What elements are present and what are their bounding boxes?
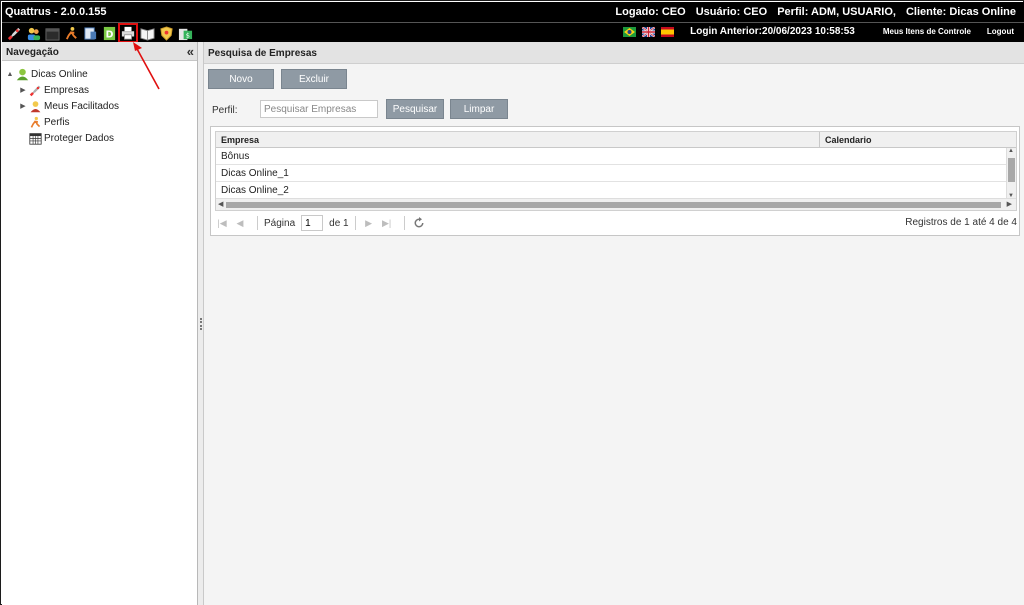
nav-header: Navegação «: [2, 42, 197, 61]
excluir-button[interactable]: Excluir: [281, 69, 347, 89]
perfil-label: Perfil: ADM, USUARIO,: [777, 6, 896, 18]
scroll-right-icon[interactable]: ▶: [1007, 200, 1012, 208]
table-row[interactable]: Dicas Online_2: [216, 182, 1008, 199]
grid-header: Empresa Calendario: [216, 132, 1016, 148]
page-label: Página: [264, 217, 296, 229]
vertical-scrollbar[interactable]: ▲ ▼: [1006, 148, 1016, 199]
table-row[interactable]: Dicas Online_1: [216, 165, 1008, 182]
app-window: Quattrus - 2.0.0.155 Logado: CEO Usuário…: [0, 0, 1024, 605]
usuario-label: Usuário: CEO: [695, 6, 768, 18]
logout-link[interactable]: Logout: [987, 27, 1014, 36]
calendar-icon[interactable]: [44, 25, 60, 41]
tree-item-label: Perfis: [44, 116, 70, 128]
title-bar: Quattrus - 2.0.0.155 Logado: CEO Usuário…: [2, 2, 1024, 22]
column-header-calendario[interactable]: Calendario: [820, 132, 1016, 147]
search-input[interactable]: [260, 100, 378, 118]
spain-flag-icon[interactable]: [661, 26, 675, 37]
rocket-icon: [28, 84, 42, 97]
pesquisar-button[interactable]: Pesquisar: [386, 99, 444, 119]
tree-item-label: Dicas Online: [31, 68, 88, 80]
printer-icon[interactable]: [118, 23, 138, 43]
first-page-icon[interactable]: |◀: [215, 218, 229, 229]
splitter-grip-icon[interactable]: [200, 318, 202, 330]
nav-tree: ▲ Dicas Online ▶ Empresas ▶ Meus Facilit…: [2, 61, 197, 146]
novo-button[interactable]: Novo: [208, 69, 274, 89]
scroll-left-icon[interactable]: ◀: [218, 200, 223, 208]
meus-itens-link[interactable]: Meus Itens de Controle: [883, 27, 971, 36]
users-icon[interactable]: [25, 25, 41, 41]
nav-title: Navegação: [6, 47, 59, 58]
brazil-flag-icon[interactable]: [623, 26, 637, 37]
svg-text:D: D: [105, 29, 113, 40]
login-anterior: Login Anterior:20/06/2023 10:58:53: [690, 26, 855, 37]
person-run-icon: [28, 116, 42, 129]
document-icon[interactable]: [82, 25, 98, 41]
grid-pager: |◀ ◀ Página de 1 ▶ ▶| Registros de 1 até…: [215, 213, 1017, 233]
table-row[interactable]: Bônus: [216, 148, 1008, 165]
money-icon[interactable]: $: [177, 25, 193, 41]
svg-text:$: $: [185, 31, 189, 39]
pager-divider: [257, 216, 258, 230]
column-header-empresa[interactable]: Empresa: [216, 132, 820, 147]
tree-item-meus-facilitados[interactable]: ▶ Meus Facilitados: [2, 98, 197, 114]
tree-item-label: Empresas: [44, 84, 90, 96]
person-run-icon[interactable]: [63, 25, 79, 41]
tree-item-proteger-dados[interactable]: Proteger Dados: [2, 130, 197, 146]
logado-label: Logado: CEO: [615, 6, 686, 18]
prev-page-icon[interactable]: ◀: [233, 218, 247, 229]
cliente-label: Cliente: Dicas Online: [905, 6, 1016, 18]
scroll-thumb[interactable]: [226, 202, 1001, 208]
tree-item-perfis[interactable]: Perfis: [2, 114, 197, 130]
navigation-panel: Navegação « ▲ Dicas Online ▶ Empresas ▶: [2, 42, 198, 605]
uk-flag-icon[interactable]: [641, 25, 656, 38]
refresh-icon[interactable]: [411, 215, 427, 231]
tree-item-empresas[interactable]: ▶ Empresas: [2, 82, 197, 98]
page-title: Pesquisa de Empresas: [204, 42, 1024, 64]
scroll-up-icon[interactable]: ▲: [1008, 148, 1014, 154]
main-panel: Pesquisa de Empresas Novo Excluir Perfil…: [204, 42, 1024, 605]
session-info: Logado: CEO Usuário: CEO Perfil: ADM, US…: [615, 6, 1016, 18]
book-open-icon[interactable]: [139, 25, 155, 41]
grid-body: Empresa Calendario Bônus Dicas Online_1 …: [215, 131, 1017, 211]
records-count: Registros de 1 até 4 de 4: [905, 217, 1017, 228]
pager-divider: [403, 216, 405, 230]
page-number-input[interactable]: [301, 215, 324, 231]
user-green-icon: [15, 68, 29, 81]
tree-item-label: Meus Facilitados: [44, 100, 120, 112]
limpar-button[interactable]: Limpar: [450, 99, 508, 119]
next-page-icon[interactable]: ▶: [362, 218, 376, 229]
scroll-thumb[interactable]: [1008, 158, 1015, 182]
tree-item-label: Proteger Dados: [44, 132, 115, 144]
tree-expand-icon[interactable]: ▲: [5, 71, 15, 78]
book-green-icon[interactable]: D: [101, 25, 117, 41]
shield-icon[interactable]: [158, 25, 174, 41]
app-title: Quattrus - 2.0.0.155: [5, 6, 107, 18]
perfil-label: Perfil:: [212, 105, 238, 116]
main-toolbar: D $ Login Anterior:20/06/2023 10:58:53 M…: [2, 22, 1024, 43]
collapse-icon[interactable]: «: [187, 44, 194, 59]
tree-item-dicas-online[interactable]: ▲ Dicas Online: [2, 66, 197, 82]
rocket-icon[interactable]: [6, 25, 22, 41]
pager-divider: [354, 216, 356, 230]
tree-expand-icon[interactable]: ▶: [18, 86, 28, 94]
page-count: de 1: [329, 217, 349, 229]
tree-expand-icon[interactable]: ▶: [18, 102, 28, 110]
empresas-grid: Empresa Calendario Bônus Dicas Online_1 …: [210, 126, 1020, 236]
horizontal-scrollbar[interactable]: ◀ ▶: [216, 198, 1016, 210]
person-icon: [28, 100, 42, 113]
calendar-icon: [28, 132, 42, 145]
last-page-icon[interactable]: ▶|: [380, 218, 394, 229]
